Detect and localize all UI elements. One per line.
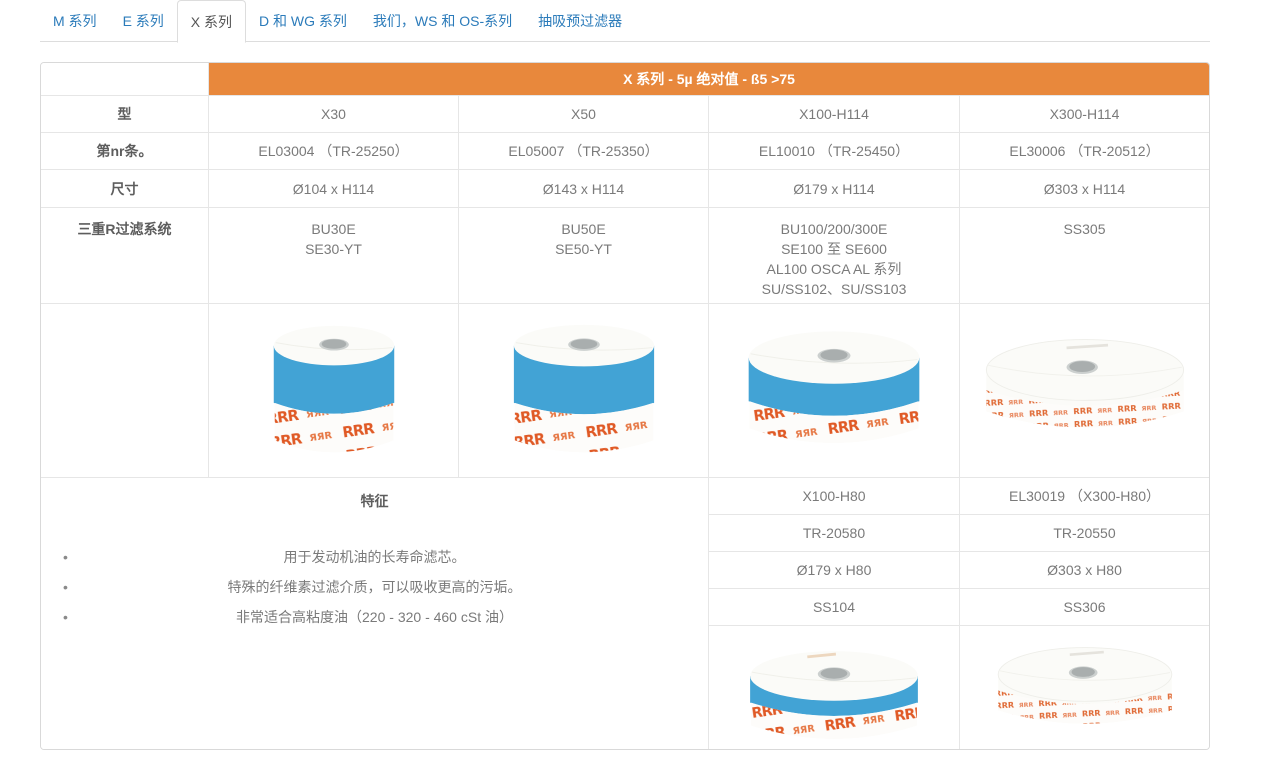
- table-corner-cell: [41, 63, 209, 96]
- systems-x100-line2: SE100 至 SE600: [781, 239, 887, 259]
- row-label-triple-r: 三重R过滤系统: [41, 208, 209, 304]
- systems-x100: BU100/200/300E SE100 至 SE600 AL100 OSCA …: [709, 208, 960, 304]
- model-x50: X50: [459, 96, 709, 133]
- tr-nr-x100-h80: TR-20580: [709, 515, 960, 552]
- features-list: 用于发动机油的长寿命滤芯。 特殊的纤维素过滤介质，可以吸收更高的污垢。 非常适合…: [41, 542, 708, 632]
- tab-ws-os-series[interactable]: 我们，WS 和 OS-系列: [360, 0, 525, 42]
- size-x30: Ø104 x H114: [209, 170, 459, 208]
- size-x100: Ø179 x H114: [709, 170, 960, 208]
- features-title: 特征: [41, 491, 708, 511]
- row-label-type: 型: [41, 96, 209, 133]
- systems-x30: BU30E SE30-YT: [209, 208, 459, 304]
- tab-d-wg-series-label[interactable]: D 和 WG 系列: [246, 0, 360, 41]
- row-label-art-nr: 第nr条。: [41, 133, 209, 170]
- tab-suction-prefilter-label[interactable]: 抽吸预过滤器: [525, 0, 635, 41]
- table-title-banner: X 系列 - 5µ 绝对值 - ß5 >75: [209, 63, 1209, 96]
- systems-x30-line2: SE30-YT: [305, 239, 362, 259]
- systems-x300: SS305: [960, 208, 1209, 304]
- product-image-cell-x50: [459, 304, 709, 478]
- system-x300-h80: SS306: [960, 589, 1209, 626]
- art-nr-x50: EL05007 （TR-25350）: [459, 133, 709, 170]
- systems-x300-line1: SS305: [1063, 219, 1105, 239]
- art-nr-x300: EL30006 （TR-20512）: [960, 133, 1209, 170]
- product-image-cell-x30: [209, 304, 459, 478]
- product-image-cell-x300-h80: [960, 626, 1209, 750]
- product-image-x30: [250, 314, 418, 472]
- tab-ws-os-series-label[interactable]: 我们，WS 和 OS-系列: [360, 0, 525, 41]
- size-x300-h80: Ø303 x H80: [960, 552, 1209, 589]
- model-x100-h80: X100-H80: [709, 478, 960, 515]
- product-image-x100-h80: [738, 634, 930, 750]
- feature-bullet-3: 非常适合高粘度油（220 - 320 - 460 cSt 油）: [41, 602, 708, 632]
- model-x100-h114: X100-H114: [709, 96, 960, 133]
- image-row-spacer-cell: [41, 304, 209, 478]
- model-x300-h114: X300-H114: [960, 96, 1209, 133]
- tab-suction-prefilter[interactable]: 抽吸预过滤器: [525, 0, 635, 42]
- tab-x-series[interactable]: X 系列: [177, 0, 246, 42]
- size-x300: Ø303 x H114: [960, 170, 1209, 208]
- systems-x30-line1: BU30E: [311, 219, 355, 239]
- size-x100-h80: Ø179 x H80: [709, 552, 960, 589]
- systems-x50: BU50E SE50-YT: [459, 208, 709, 304]
- series-tab-bar: M 系列 E 系列 X 系列 D 和 WG 系列 我们，WS 和 OS-系列 抽…: [40, 0, 1210, 42]
- systems-x100-line3: AL100 OSCA AL 系列: [767, 259, 902, 279]
- product-image-x50: [493, 314, 675, 472]
- x-series-spec-table: X 系列 - 5µ 绝对值 - ß5 >75 型 X30 X50 X100-H1…: [40, 62, 1210, 750]
- row-label-size: 尺寸: [41, 170, 209, 208]
- product-image-cell-x100-h80: [709, 626, 960, 750]
- tab-x-series-label[interactable]: X 系列: [177, 0, 246, 43]
- feature-bullet-1: 用于发动机油的长寿命滤芯。: [41, 542, 708, 572]
- art-nr-x30: EL03004 （TR-25250）: [209, 133, 459, 170]
- features-panel: 特征 用于发动机油的长寿命滤芯。 特殊的纤维素过滤介质，可以吸收更高的污垢。 非…: [41, 478, 709, 750]
- tab-m-series[interactable]: M 系列: [40, 0, 110, 42]
- systems-x100-line4: SU/SS102、SU/SS103: [762, 279, 907, 299]
- model-x300-h80: EL30019 （X300-H80）: [960, 478, 1209, 515]
- systems-x50-line2: SE50-YT: [555, 239, 612, 259]
- model-x30: X30: [209, 96, 459, 133]
- art-nr-x100: EL10010 （TR-25450）: [709, 133, 960, 170]
- size-x50: Ø143 x H114: [459, 170, 709, 208]
- product-image-x300-h114: [979, 318, 1191, 468]
- product-image-x100-h114: [737, 313, 931, 473]
- system-x100-h80: SS104: [709, 589, 960, 626]
- tab-m-series-label[interactable]: M 系列: [40, 0, 110, 41]
- tr-nr-x300-h80: TR-20550: [960, 515, 1209, 552]
- product-image-cell-x300-h114: [960, 304, 1209, 478]
- systems-x50-line1: BU50E: [561, 219, 605, 239]
- product-image-cell-x100-h114: [709, 304, 960, 478]
- tab-e-series-label[interactable]: E 系列: [110, 0, 177, 41]
- feature-bullet-2: 特殊的纤维素过滤介质，可以吸收更高的污垢。: [41, 572, 708, 602]
- product-image-x300-h80: [991, 634, 1179, 750]
- tab-e-series[interactable]: E 系列: [110, 0, 177, 42]
- tab-d-wg-series[interactable]: D 和 WG 系列: [246, 0, 360, 42]
- systems-x100-line1: BU100/200/300E: [781, 219, 888, 239]
